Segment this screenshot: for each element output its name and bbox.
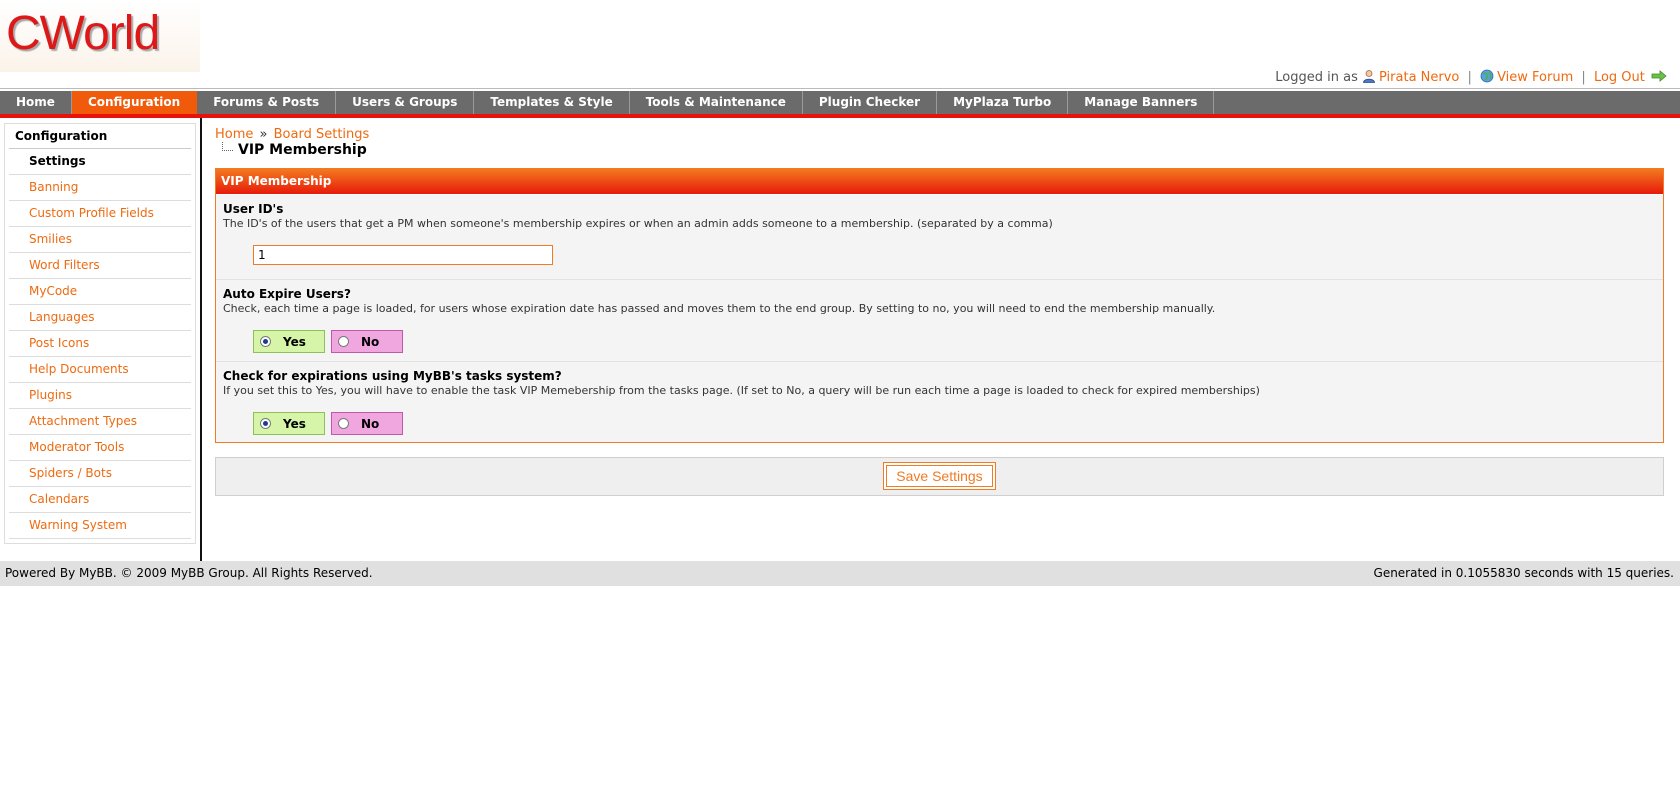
tasks-system-yes-option[interactable]: Yes (253, 412, 325, 435)
username-link[interactable]: Pirata Nervo (1379, 70, 1459, 85)
log-out-link[interactable]: Log Out (1594, 70, 1645, 85)
header-divider (0, 88, 1680, 89)
menu-home[interactable]: Home (0, 91, 72, 114)
radio-unselected[interactable] (338, 418, 349, 429)
setting-description: Check, each time a page is loaded, for u… (223, 302, 1216, 315)
panel-title: VIP Membership (216, 169, 1663, 195)
setting-row-user-ids: User ID's The ID's of the users that get… (216, 195, 1663, 280)
sidebar-item-smilies[interactable]: Smilies (9, 227, 191, 253)
menu-manage-banners[interactable]: Manage Banners (1068, 91, 1215, 114)
sidebar-item-attachment-types[interactable]: Attachment Types (9, 409, 191, 435)
breadcrumb-separator: » (259, 127, 268, 142)
sidebar-item-help-documents[interactable]: Help Documents (9, 357, 191, 383)
sidebar-item-plugins[interactable]: Plugins (9, 383, 191, 409)
sidebar-item-word-filters[interactable]: Word Filters (9, 253, 191, 279)
sidebar-item-languages[interactable]: Languages (9, 305, 191, 331)
page-title-wrap: VIP Membership (222, 142, 367, 158)
setting-title: Auto Expire Users? (223, 287, 351, 301)
radio-selected[interactable] (260, 418, 271, 429)
user-ids-input[interactable] (253, 245, 553, 265)
auto-expire-no-option[interactable]: No (331, 330, 403, 353)
menu-myplaza-turbo[interactable]: MyPlaza Turbo (937, 91, 1069, 114)
sidebar-item-warning-system[interactable]: Warning System (9, 513, 191, 539)
menu-tools-maintenance[interactable]: Tools & Maintenance (630, 91, 803, 114)
menu-users-groups[interactable]: Users & Groups (336, 91, 475, 114)
radio-label: Yes (283, 334, 306, 349)
setting-title: User ID's (223, 202, 284, 216)
sidebar-item-post-icons[interactable]: Post Icons (9, 331, 191, 357)
sidebar-item-calendars[interactable]: Calendars (9, 487, 191, 513)
save-settings-button[interactable]: Save Settings (883, 462, 996, 490)
sidebar-item-settings[interactable]: Settings (9, 149, 191, 175)
sidebar-item-spiders-bots[interactable]: Spiders / Bots (9, 461, 191, 487)
logo-text: CWorld (6, 7, 160, 60)
setting-description: The ID's of the users that get a PM when… (223, 217, 1053, 230)
radio-group: Yes No (253, 412, 1655, 435)
sidebar-item-custom-profile-fields[interactable]: Custom Profile Fields (9, 201, 191, 227)
sidebar: Configuration Settings Banning Custom Pr… (0, 118, 202, 561)
sidebar-item-moderator-tools[interactable]: Moderator Tools (9, 435, 191, 461)
breadcrumb-board-settings[interactable]: Board Settings (274, 127, 370, 142)
setting-description: If you set this to Yes, you will have to… (223, 384, 1260, 397)
page-title: VIP Membership (238, 142, 367, 158)
radio-group: Yes No (253, 330, 1655, 353)
radio-label: Yes (283, 416, 306, 431)
tasks-system-no-option[interactable]: No (331, 412, 403, 435)
radio-label: No (361, 334, 380, 349)
form-actions: Save Settings (215, 457, 1664, 496)
user-icon (1363, 70, 1375, 83)
setting-title: Check for expirations using MyBB's tasks… (223, 369, 562, 383)
radio-selected[interactable] (260, 336, 271, 347)
radio-label: No (361, 416, 380, 431)
auto-expire-yes-option[interactable]: Yes (253, 330, 325, 353)
main-menu: Home Configuration Forums & Posts Users … (0, 91, 1680, 118)
separator: | (1467, 70, 1472, 85)
breadcrumb-home[interactable]: Home (215, 127, 253, 142)
menu-forums-posts[interactable]: Forums & Posts (197, 91, 337, 114)
radio-unselected[interactable] (338, 336, 349, 347)
footer-generated: Generated in 0.1055830 seconds with 15 q… (1373, 566, 1674, 580)
menu-configuration[interactable]: Configuration (71, 91, 198, 114)
sidebar-item-banning[interactable]: Banning (9, 175, 191, 201)
setting-row-auto-expire: Auto Expire Users? Check, each time a pa… (216, 280, 1663, 362)
sidebar-box: Configuration Settings Banning Custom Pr… (4, 123, 196, 544)
sidebar-list: Settings Banning Custom Profile Fields S… (9, 149, 191, 539)
user-links: Logged in as Pirata Nervo | View Forum |… (1275, 69, 1670, 85)
view-forum-link[interactable]: View Forum (1497, 70, 1573, 85)
footer: Powered By MyBB. © 2009 MyBB Group. All … (0, 561, 1680, 586)
sidebar-item-mycode[interactable]: MyCode (9, 279, 191, 305)
settings-panel: VIP Membership User ID's The ID's of the… (215, 168, 1664, 443)
sidebar-heading: Configuration (9, 124, 191, 149)
menu-plugin-checker[interactable]: Plugin Checker (803, 91, 938, 114)
menu-templates-style[interactable]: Templates & Style (474, 91, 630, 114)
separator: | (1581, 70, 1586, 85)
site-logo[interactable]: CWorld (0, 0, 200, 72)
arrow-right-icon (1651, 70, 1667, 82)
footer-copyright: Powered By MyBB. © 2009 MyBB Group. All … (5, 566, 373, 580)
setting-row-tasks-system: Check for expirations using MyBB's tasks… (216, 362, 1663, 443)
breadcrumb: Home » Board Settings (215, 127, 369, 142)
globe-icon (1480, 69, 1494, 83)
tree-connector (222, 142, 233, 151)
logged-in-label: Logged in as (1275, 70, 1358, 85)
